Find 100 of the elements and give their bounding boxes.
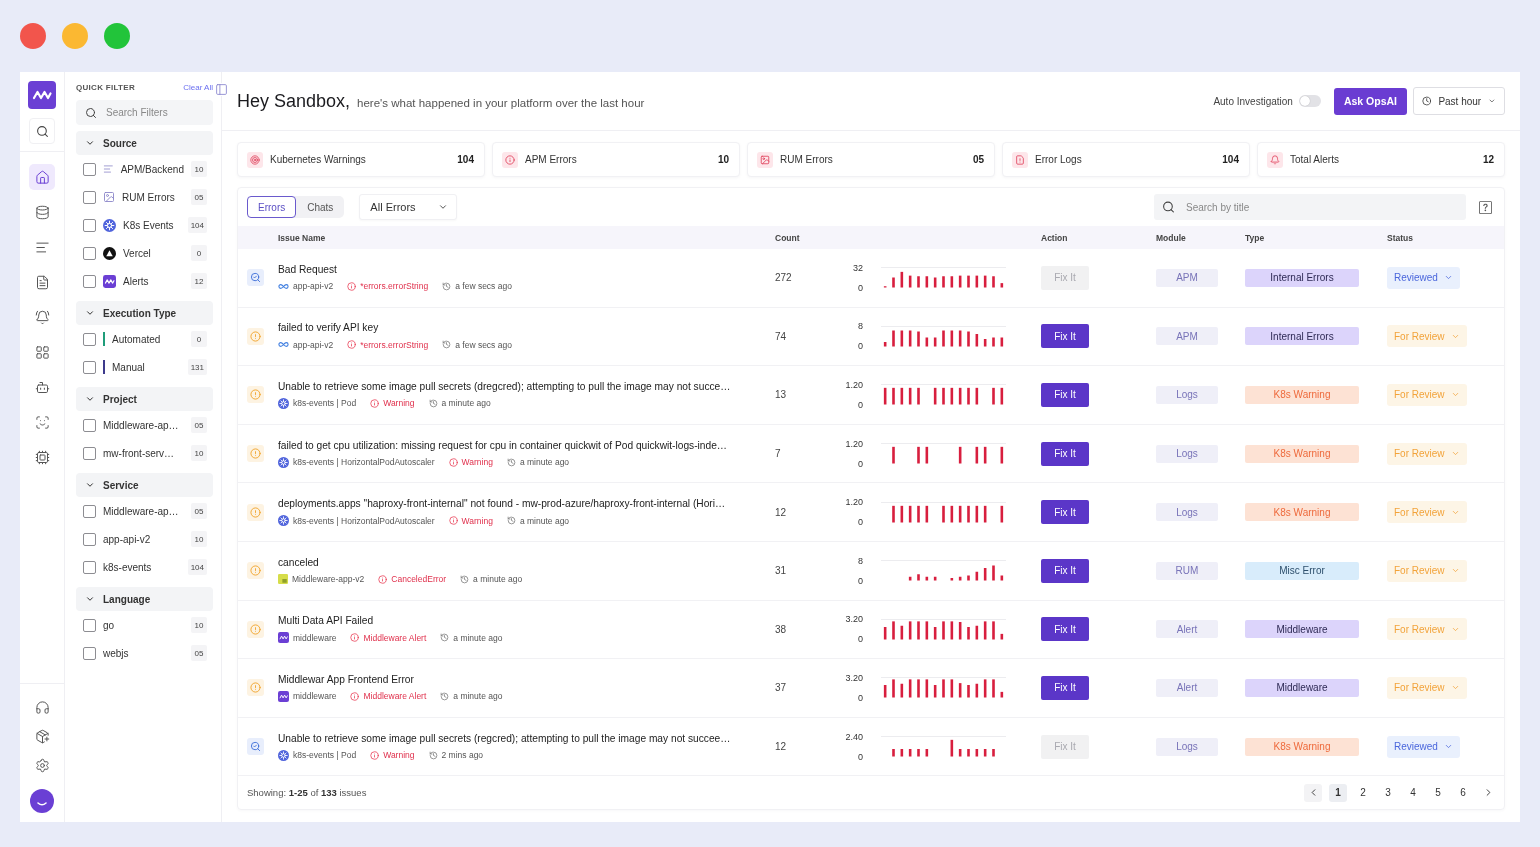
page-link[interactable]: 5 <box>1429 783 1447 802</box>
status-dropdown[interactable]: Reviewed <box>1387 266 1460 289</box>
axis-tick-label: 8 <box>858 321 863 332</box>
section-header[interactable]: Execution Type <box>76 301 213 325</box>
fix-button[interactable]: Fix It <box>1041 675 1089 700</box>
nav-item[interactable] <box>29 164 55 190</box>
checkbox[interactable] <box>83 190 96 204</box>
fix-button[interactable]: Fix It <box>1041 441 1089 466</box>
checkbox[interactable] <box>83 332 96 346</box>
page-link[interactable]: 2 <box>1354 783 1372 802</box>
toggle-switch[interactable] <box>1298 95 1321 107</box>
axis-tick-label: 1.20 <box>845 497 863 508</box>
section-header[interactable]: Source <box>76 131 213 155</box>
issue-title[interactable]: failed to verify API key <box>278 322 379 334</box>
tab[interactable]: Errors <box>247 196 297 218</box>
checkbox[interactable] <box>83 446 96 460</box>
target-icon <box>247 151 263 168</box>
page-link[interactable]: 6 <box>1454 783 1472 802</box>
column-header: Count <box>775 232 800 243</box>
error-label: Middleware Alert <box>363 632 427 643</box>
checkbox[interactable] <box>83 646 96 660</box>
module-tag: APM <box>1156 268 1218 287</box>
status-dropdown[interactable]: Reviewed <box>1387 735 1460 758</box>
chevron-down-icon <box>438 202 449 212</box>
error-label: Warning <box>383 398 415 409</box>
page-link[interactable]: 4 <box>1404 783 1422 802</box>
minimize-dot-icon[interactable] <box>62 23 88 49</box>
page-link[interactable]: 3 <box>1379 783 1397 802</box>
checkbox[interactable] <box>83 162 96 176</box>
clear-all-link[interactable]: Clear All <box>183 82 213 92</box>
close-dot-icon[interactable] <box>20 23 46 49</box>
section-header[interactable]: Language <box>76 587 213 611</box>
column-header: Status <box>1387 232 1413 243</box>
face-scan-icon <box>34 414 50 430</box>
source-label: Middleware-app-v2 <box>292 574 365 585</box>
tab[interactable]: Chats <box>296 196 345 218</box>
filter-label: Middleware-ap… <box>103 505 179 517</box>
settings-icon[interactable] <box>34 758 50 773</box>
prev-page-button[interactable] <box>1304 783 1322 802</box>
panel-icon[interactable] <box>215 83 228 96</box>
checkbox[interactable] <box>83 504 96 518</box>
page-link[interactable]: 1 <box>1329 783 1347 802</box>
subtitle: here's what happened in your platform over the last hour <box>357 96 645 109</box>
source-label: k8s-events | Pod <box>293 750 357 761</box>
search-field[interactable]: Search by title <box>1154 194 1466 220</box>
time-range-dropdown[interactable]: Past hour <box>1413 87 1505 115</box>
axis-tick-label: 0 <box>858 575 863 586</box>
fix-button[interactable]: Fix It <box>1041 558 1089 583</box>
headphones-icon[interactable] <box>34 700 50 715</box>
checkbox[interactable] <box>83 246 96 260</box>
bar <box>942 679 945 698</box>
section-header[interactable]: Service <box>76 473 213 497</box>
bell-icon <box>34 309 50 325</box>
fix-button[interactable]: Fix It <box>1041 617 1089 642</box>
issue-title[interactable]: failed to get cpu utilization: missing request for cpu in container quickwit of Pod quickwit-logs-inde… <box>278 439 728 451</box>
axis-tick-label: 3.20 <box>845 614 863 625</box>
checkbox[interactable] <box>83 532 96 546</box>
issue-title[interactable]: Bad Request <box>278 263 337 275</box>
time-label: a minute ago <box>453 691 503 702</box>
checkbox[interactable] <box>83 274 96 288</box>
stat-value: 12 <box>1482 154 1494 165</box>
checkbox[interactable] <box>83 360 96 374</box>
search-button[interactable] <box>29 118 55 144</box>
maximize-dot-icon[interactable] <box>104 23 130 49</box>
image-icon <box>757 151 773 168</box>
time-label: a minute ago <box>519 515 570 526</box>
issue-title[interactable]: Unable to retrieve some image pull secrets (dregcred); attempting to pull the image may not succe… <box>278 381 731 392</box>
help-icon[interactable] <box>1479 200 1492 214</box>
bar <box>992 565 995 581</box>
checkbox[interactable] <box>83 618 96 632</box>
history-icon <box>442 340 452 350</box>
issue-title[interactable]: Multi Data API Failed <box>278 615 374 627</box>
bar <box>1000 283 1004 288</box>
section-header[interactable]: Project <box>76 387 213 411</box>
info-icon <box>448 516 458 526</box>
module-tag: Logs <box>1156 444 1218 463</box>
package-icon[interactable] <box>34 729 50 744</box>
fix-button[interactable]: Fix It <box>1041 324 1089 349</box>
checkbox[interactable] <box>83 418 96 432</box>
stat-label: Error Logs <box>1035 154 1082 165</box>
fix-button[interactable]: Fix It <box>1041 500 1089 525</box>
issue-title[interactable]: canceled <box>278 557 319 569</box>
stat-label: APM Errors <box>525 154 577 165</box>
search-field[interactable]: Search Filters <box>76 100 213 125</box>
checkbox[interactable] <box>83 218 96 232</box>
issue-count: 7 <box>775 448 781 460</box>
checkbox[interactable] <box>83 560 96 574</box>
avatar[interactable] <box>30 789 54 813</box>
ask-button[interactable]: Ask OpsAI <box>1333 87 1407 115</box>
fix-button[interactable]: Fix It <box>1041 383 1089 407</box>
issue-title[interactable]: deployments.apps "haproxy-front-internal" not found - mw-prod-azure/haproxy-front-internal (Hori… <box>278 498 726 510</box>
wave-logo[interactable] <box>28 81 56 109</box>
type-tag: K8s Warning <box>1245 737 1359 756</box>
search-icon <box>1162 200 1175 214</box>
issue-title[interactable]: Unable to retrieve some image pull secrets (regcred); attempting to pull the image may not succee… <box>278 732 731 744</box>
chevron-down-icon <box>85 394 95 404</box>
error-filter-dropdown[interactable]: All Errors <box>359 194 458 220</box>
chevron-down-icon <box>85 594 95 604</box>
document-icon <box>34 274 50 290</box>
issue-title[interactable]: Middlewar App Frontend Error <box>278 673 414 685</box>
